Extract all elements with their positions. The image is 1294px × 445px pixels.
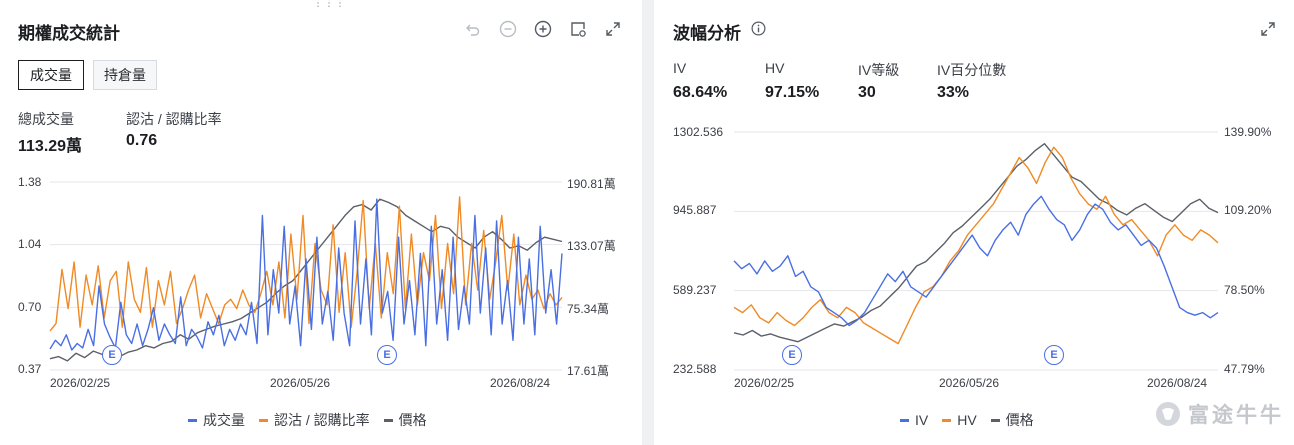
event-marker-icon[interactable]: E <box>102 345 122 365</box>
tab-volume[interactable]: 成交量 <box>18 60 84 90</box>
iv-percentile-value: 33% <box>937 84 970 101</box>
legend-swatch <box>188 418 197 422</box>
legend-label: 認沽 / 認購比率 <box>274 412 370 428</box>
event-marker-icon[interactable]: E <box>1044 345 1064 365</box>
x-tick: 2026/08/24 <box>1147 376 1208 390</box>
legend-item-price[interactable]: 價格 <box>383 410 427 430</box>
event-marker-icon[interactable]: E <box>782 345 802 365</box>
legend-item-volume[interactable]: 成交量 <box>188 410 245 430</box>
expand-icon[interactable] <box>602 18 624 40</box>
total-volume-label: 總成交量 <box>18 111 74 127</box>
x-tick: 2026/05/26 <box>270 376 331 390</box>
iv-label: IV <box>673 60 687 76</box>
drag-handle-icon[interactable]: ⋮⋮⋮ <box>313 0 346 9</box>
y-right-tick: 109.20% <box>1224 203 1272 217</box>
y-right-tick: 190.81萬 <box>567 177 616 191</box>
series-line-IV[interactable] <box>733 195 1219 327</box>
y-left-tick: 0.70 <box>18 300 42 314</box>
y-left-tick: 0.37 <box>18 362 42 376</box>
series-line-HV[interactable] <box>733 146 1219 345</box>
legend-swatch <box>259 418 268 422</box>
tab-open-interest[interactable]: 持倉量 <box>93 60 157 90</box>
chart-settings-icon[interactable] <box>567 18 589 40</box>
chart-legend: IV HV 價格 <box>900 410 1048 430</box>
legend-label: IV <box>915 412 929 428</box>
zoom-in-icon[interactable] <box>532 18 554 40</box>
y-left-tick: 1302.536 <box>673 125 724 139</box>
y-right-tick: 75.34萬 <box>567 302 610 316</box>
put-call-ratio-value: 0.76 <box>126 132 158 149</box>
expand-icon[interactable] <box>1257 18 1279 40</box>
y-right-tick: 17.61萬 <box>567 364 610 378</box>
put-call-ratio-label: 認沽 / 認購比率 <box>126 111 222 127</box>
iv-value: 68.64% <box>673 84 728 101</box>
y-left-tick: 232.588 <box>673 362 717 376</box>
y-right-tick: 78.50% <box>1224 283 1265 297</box>
legend-swatch <box>383 418 393 422</box>
legend-item-hv[interactable]: HV <box>942 412 977 428</box>
iv-rank-value: 30 <box>858 84 876 101</box>
hv-label: HV <box>765 60 785 76</box>
volatility-panel: 波幅分析 IV 68.64% HV 97.15% IV等級 30 IV百分位數 … <box>654 0 1294 445</box>
iv-rank-label: IV等級 <box>858 62 900 78</box>
legend-label: 價格 <box>398 412 427 428</box>
legend-label: 成交量 <box>203 412 245 428</box>
bull-logo-icon <box>1156 402 1180 426</box>
y-left-tick: 1.04 <box>18 237 42 251</box>
x-tick: 2026/02/25 <box>734 376 795 390</box>
volatility-chart[interactable] <box>733 131 1219 371</box>
undo-icon[interactable] <box>462 18 484 40</box>
legend-label: 價格 <box>1005 412 1034 428</box>
total-volume-value: 113.29萬 <box>18 138 83 155</box>
x-tick: 2026/02/25 <box>50 376 111 390</box>
legend-item-price[interactable]: 價格 <box>990 410 1034 430</box>
y-right-tick: 139.90% <box>1224 125 1272 139</box>
legend-swatch <box>900 418 909 422</box>
event-marker-icon[interactable]: E <box>377 345 397 365</box>
y-left-tick: 1.38 <box>18 175 42 189</box>
y-right-tick: 133.07萬 <box>567 239 616 253</box>
panel-title: 期權成交統計 <box>18 24 120 43</box>
legend-swatch <box>990 418 1000 422</box>
x-tick: 2026/08/24 <box>490 376 551 390</box>
legend-item-put-call-ratio[interactable]: 認沽 / 認購比率 <box>259 410 370 430</box>
legend-label: HV <box>957 412 977 428</box>
iv-percentile-label: IV百分位數 <box>937 62 1007 78</box>
y-left-tick: 945.887 <box>673 203 717 217</box>
x-tick: 2026/05/26 <box>939 376 1000 390</box>
panel-title: 波幅分析 <box>673 24 741 43</box>
option-volume-panel: ⋮⋮⋮ 期權成交統計 成交量 持倉量 總成交量 113.29萬 認沽 / 認購比… <box>0 0 642 445</box>
info-icon[interactable] <box>749 19 767 37</box>
futu-watermark-logo: 富途牛牛 <box>1154 399 1284 429</box>
zoom-out-icon[interactable] <box>497 18 519 40</box>
legend-item-iv[interactable]: IV <box>900 412 928 428</box>
option-volume-chart[interactable] <box>49 181 563 371</box>
y-left-tick: 589.237 <box>673 283 717 297</box>
watermark-text: 富途牛牛 <box>1188 404 1284 427</box>
legend-swatch <box>942 418 952 422</box>
chart-legend: 成交量 認沽 / 認購比率 價格 <box>188 410 441 430</box>
hv-value: 97.15% <box>765 84 820 101</box>
y-right-tick: 47.79% <box>1224 362 1265 376</box>
